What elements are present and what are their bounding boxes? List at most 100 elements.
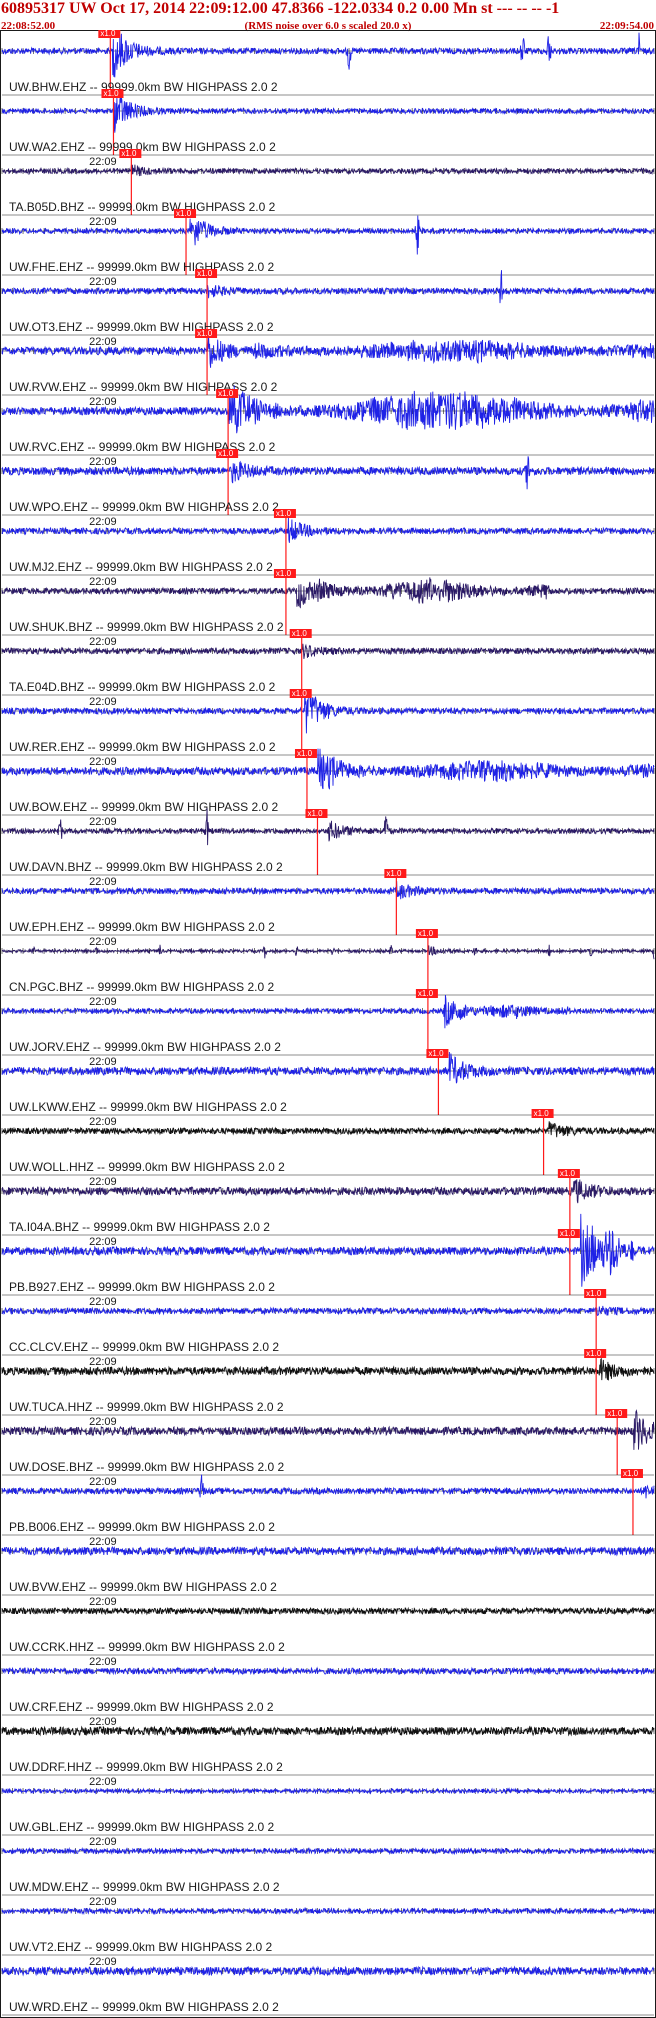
trace-label: UW.FHE.EHZ -- 99999.0km BW HIGHPASS 2.0 …	[9, 260, 275, 274]
minute-label: 22:09	[89, 1476, 117, 1488]
trace-label: CN.PGC.BHZ -- 99999.0km BW HIGHPASS 2.0 …	[9, 980, 275, 994]
pick-label: x1.0	[623, 1469, 639, 1478]
trace-label: UW.DOSE.BHZ -- 99999.0km BW HIGHPASS 2.0…	[9, 1460, 285, 1474]
minute-label: 22:09	[89, 1656, 117, 1668]
minute-label: 22:09	[89, 936, 117, 948]
trace-label: TA.B05D.BHZ -- 99999.0km BW HIGHPASS 2.0…	[9, 200, 276, 214]
minute-label: 22:09	[89, 336, 117, 348]
pick-label: x1.0	[534, 1109, 550, 1118]
trace-label: UW.WOLL.HHZ -- 99999.0km BW HIGHPASS 2.0…	[9, 1160, 285, 1174]
pick-label: x1.0	[307, 809, 323, 818]
minute-label: 22:09	[89, 1776, 117, 1788]
trace-label: UW.DDRF.HHZ -- 99999.0km BW HIGHPASS 2.0…	[9, 1760, 283, 1774]
pick-label: x1.0	[276, 569, 292, 578]
minute-label: 22:09	[89, 456, 117, 468]
trace-label: UW.RER.EHZ -- 99999.0km BW HIGHPASS 2.0 …	[9, 740, 276, 754]
trace-21: x1.0 22:09 CC.CLCV.EHZ -- 99999.0km BW HIG…	[1, 1289, 655, 1356]
waveform	[1, 96, 655, 133]
minute-label: 22:09	[89, 1536, 117, 1548]
trace-3: x1.0 22:09 UW.FHE.EHZ -- 99999.0km BW HIGH…	[1, 209, 655, 276]
trace-4: x1.0 22:09 UW.OT3.EHZ -- 99999.0km BW HIGH…	[1, 269, 655, 336]
trace-18: x1.0 22:09 UW.WOLL.HHZ -- 99999.0km BW HIG…	[1, 1109, 655, 1176]
trace-label: UW.WPO.EHZ -- 99999.0km BW HIGHPASS 2.0 …	[9, 500, 279, 514]
trace-19: x1.0 22:09 TA.I04A.BHZ -- 99999.0km BW HIG…	[1, 1169, 655, 1236]
trace-9: x1.0 22:09 UW.SHUK.BHZ -- 99999.0km BW HIG…	[1, 569, 655, 636]
pick-label: x1.0	[176, 209, 192, 218]
pick-label: x1.0	[418, 989, 434, 998]
trace-label: PB.B006.EHZ -- 99999.0km BW HIGHPASS 2.0…	[9, 1520, 275, 1534]
trace-28: 22:09 UW.DDRF.HHZ -- 99999.0km BW HIGHPAS…	[1, 1716, 655, 1776]
minute-label: 22:09	[89, 516, 117, 528]
pick-label: x1.0	[428, 1049, 444, 1058]
minute-label: 22:09	[89, 636, 117, 648]
minute-label: 22:09	[89, 1236, 117, 1248]
trace-label: UW.OT3.EHZ -- 99999.0km BW HIGHPASS 2.0 …	[9, 320, 274, 334]
trace-32: 22:09 UW.WRD.EHZ -- 99999.0km BW HIGHPASS…	[1, 1956, 655, 2016]
trace-label: PB.B927.EHZ -- 99999.0km BW HIGHPASS 2.0…	[9, 1280, 275, 1294]
trace-12: x1.0 22:09 UW.BOW.EHZ -- 99999.0km BW HIGH…	[1, 748, 655, 816]
minute-label: 22:09	[89, 816, 117, 828]
pick-label: x1.0	[586, 1289, 602, 1298]
trace-label: UW.SHUK.BHZ -- 99999.0km BW HIGHPASS 2.0…	[9, 620, 284, 634]
minute-label: 22:09	[89, 1596, 117, 1608]
trace-label: UW.CRF.EHZ -- 99999.0km BW HIGHPASS 2.0 …	[9, 1700, 274, 1714]
trace-29: 22:09 UW.GBL.EHZ -- 99999.0km BW HIGHPASS…	[1, 1776, 655, 1836]
trace-11: x1.0 22:09 UW.RER.EHZ -- 99999.0km BW HIGH…	[1, 689, 655, 756]
minute-label: 22:09	[89, 756, 117, 768]
waveform	[1, 748, 655, 790]
minute-label: 22:09	[89, 996, 117, 1008]
trace-label: UW.VT2.EHZ -- 99999.0km BW HIGHPASS 2.0 …	[9, 1940, 273, 1954]
minute-label: 22:09	[89, 1836, 117, 1848]
minute-label: 22:09	[89, 276, 117, 288]
pick-label: x1.0	[297, 749, 313, 758]
minute-label: 22:09	[89, 1956, 117, 1968]
minute-label: 22:09	[89, 216, 117, 228]
trace-16: x1.0 22:09 UW.JORV.EHZ -- 99999.0km BW HIG…	[1, 989, 655, 1056]
trace-31: 22:09 UW.VT2.EHZ -- 99999.0km BW HIGHPASS…	[1, 1896, 655, 1956]
pick-label: x1.0	[197, 329, 213, 338]
trace-label: UW.LKWW.EHZ -- 99999.0km BW HIGHPASS 2.0…	[9, 1100, 287, 1114]
trace-label: UW.DAVN.BHZ -- 99999.0km BW HIGHPASS 2.0…	[9, 860, 283, 874]
event-title: 60895317 UW Oct 17, 2014 22:09:12.00 47.…	[1, 0, 560, 17]
pick-label: x1.0	[121, 149, 137, 158]
minute-label: 22:09	[89, 1896, 117, 1908]
minute-label: 22:09	[89, 396, 117, 408]
pick-label: x1.0	[586, 1349, 602, 1358]
trace-label: TA.I04A.BHZ -- 99999.0km BW HIGHPASS 2.0…	[9, 1220, 270, 1234]
trace-1: x1.0UW.WA2.EHZ -- 99999.0km BW HIGHPASS …	[1, 89, 655, 156]
pick-label: x1.0	[100, 30, 116, 38]
waveform	[1, 32, 655, 78]
pick-label: x1.0	[276, 509, 292, 518]
trace-label: UW.JORV.EHZ -- 99999.0km BW HIGHPASS 2.0…	[9, 1040, 281, 1054]
pick-label: x1.0	[218, 449, 234, 458]
trace-7: x1.0 22:09 UW.WPO.EHZ -- 99999.0km BW HIGH…	[1, 449, 655, 516]
trace-label: UW.CCRK.HHZ -- 99999.0km BW HIGHPASS 2.0…	[9, 1640, 285, 1654]
trace-5: x1.022:09UW.RVW.EHZ -- 99999.0km BW HIGH…	[1, 329, 655, 396]
trace-10: x1.0 22:09 TA.E04D.BHZ -- 99999.0km BW HIG…	[1, 629, 655, 696]
trace-6: x1.022:09UW.RVC.EHZ -- 99999.0km BW HIGH…	[1, 385, 655, 456]
trace-25: 22:09 UW.BVW.EHZ -- 99999.0km BW HIGHPASS…	[1, 1536, 655, 1596]
trace-27: 22:09 UW.CRF.EHZ -- 99999.0km BW HIGHPASS…	[1, 1656, 655, 1716]
pick-label: x1.0	[560, 1169, 576, 1178]
minute-label: 22:09	[89, 1356, 117, 1368]
trace-label: UW.MDW.EHZ -- 99999.0km BW HIGHPASS 2.0 …	[9, 1880, 280, 1894]
trace-label: UW.BHW.EHZ -- 99999.0km BW HIGHPASS 2.0 …	[9, 80, 278, 94]
pick-label: x1.0	[103, 89, 119, 98]
trace-13: x1.0 22:09 UW.DAVN.BHZ -- 99999.0km BW HIG…	[1, 808, 655, 876]
pick-label: x1.0	[197, 269, 213, 278]
trace-label: UW.GBL.EHZ -- 99999.0km BW HIGHPASS 2.0 …	[9, 1820, 275, 1834]
trace-label: UW.TUCA.HHZ -- 99999.0km BW HIGHPASS 2.0…	[9, 1400, 284, 1414]
pick-label: x1.0	[418, 929, 434, 938]
trace-26: 22:09 UW.CCRK.HHZ -- 99999.0km BW HIGHPAS…	[1, 1596, 655, 1656]
minute-label: 22:09	[89, 876, 117, 888]
trace-label: UW.BVW.EHZ -- 99999.0km BW HIGHPASS 2.0 …	[9, 1580, 277, 1594]
pick-label: x1.0	[607, 1409, 623, 1418]
trace-label: UW.BOW.EHZ -- 99999.0km BW HIGHPASS 2.0 …	[9, 800, 279, 814]
minute-label: 22:09	[89, 1416, 117, 1428]
trace-2: x1.0 22:09 TA.B05D.BHZ -- 99999.0km BW HIG…	[1, 149, 655, 216]
trace-23: x1.0 22:09 UW.DOSE.BHZ -- 99999.0km BW HIG…	[1, 1409, 655, 1476]
trace-label: TA.E04D.BHZ -- 99999.0km BW HIGHPASS 2.0…	[9, 680, 276, 694]
trace-14: x1.0 22:09 UW.EPH.EHZ -- 99999.0km BW HIGH…	[1, 869, 655, 936]
trace-17: x1.0 22:09 UW.LKWW.EHZ -- 99999.0km BW HIG…	[1, 1049, 655, 1116]
minute-label: 22:09	[89, 1116, 117, 1128]
